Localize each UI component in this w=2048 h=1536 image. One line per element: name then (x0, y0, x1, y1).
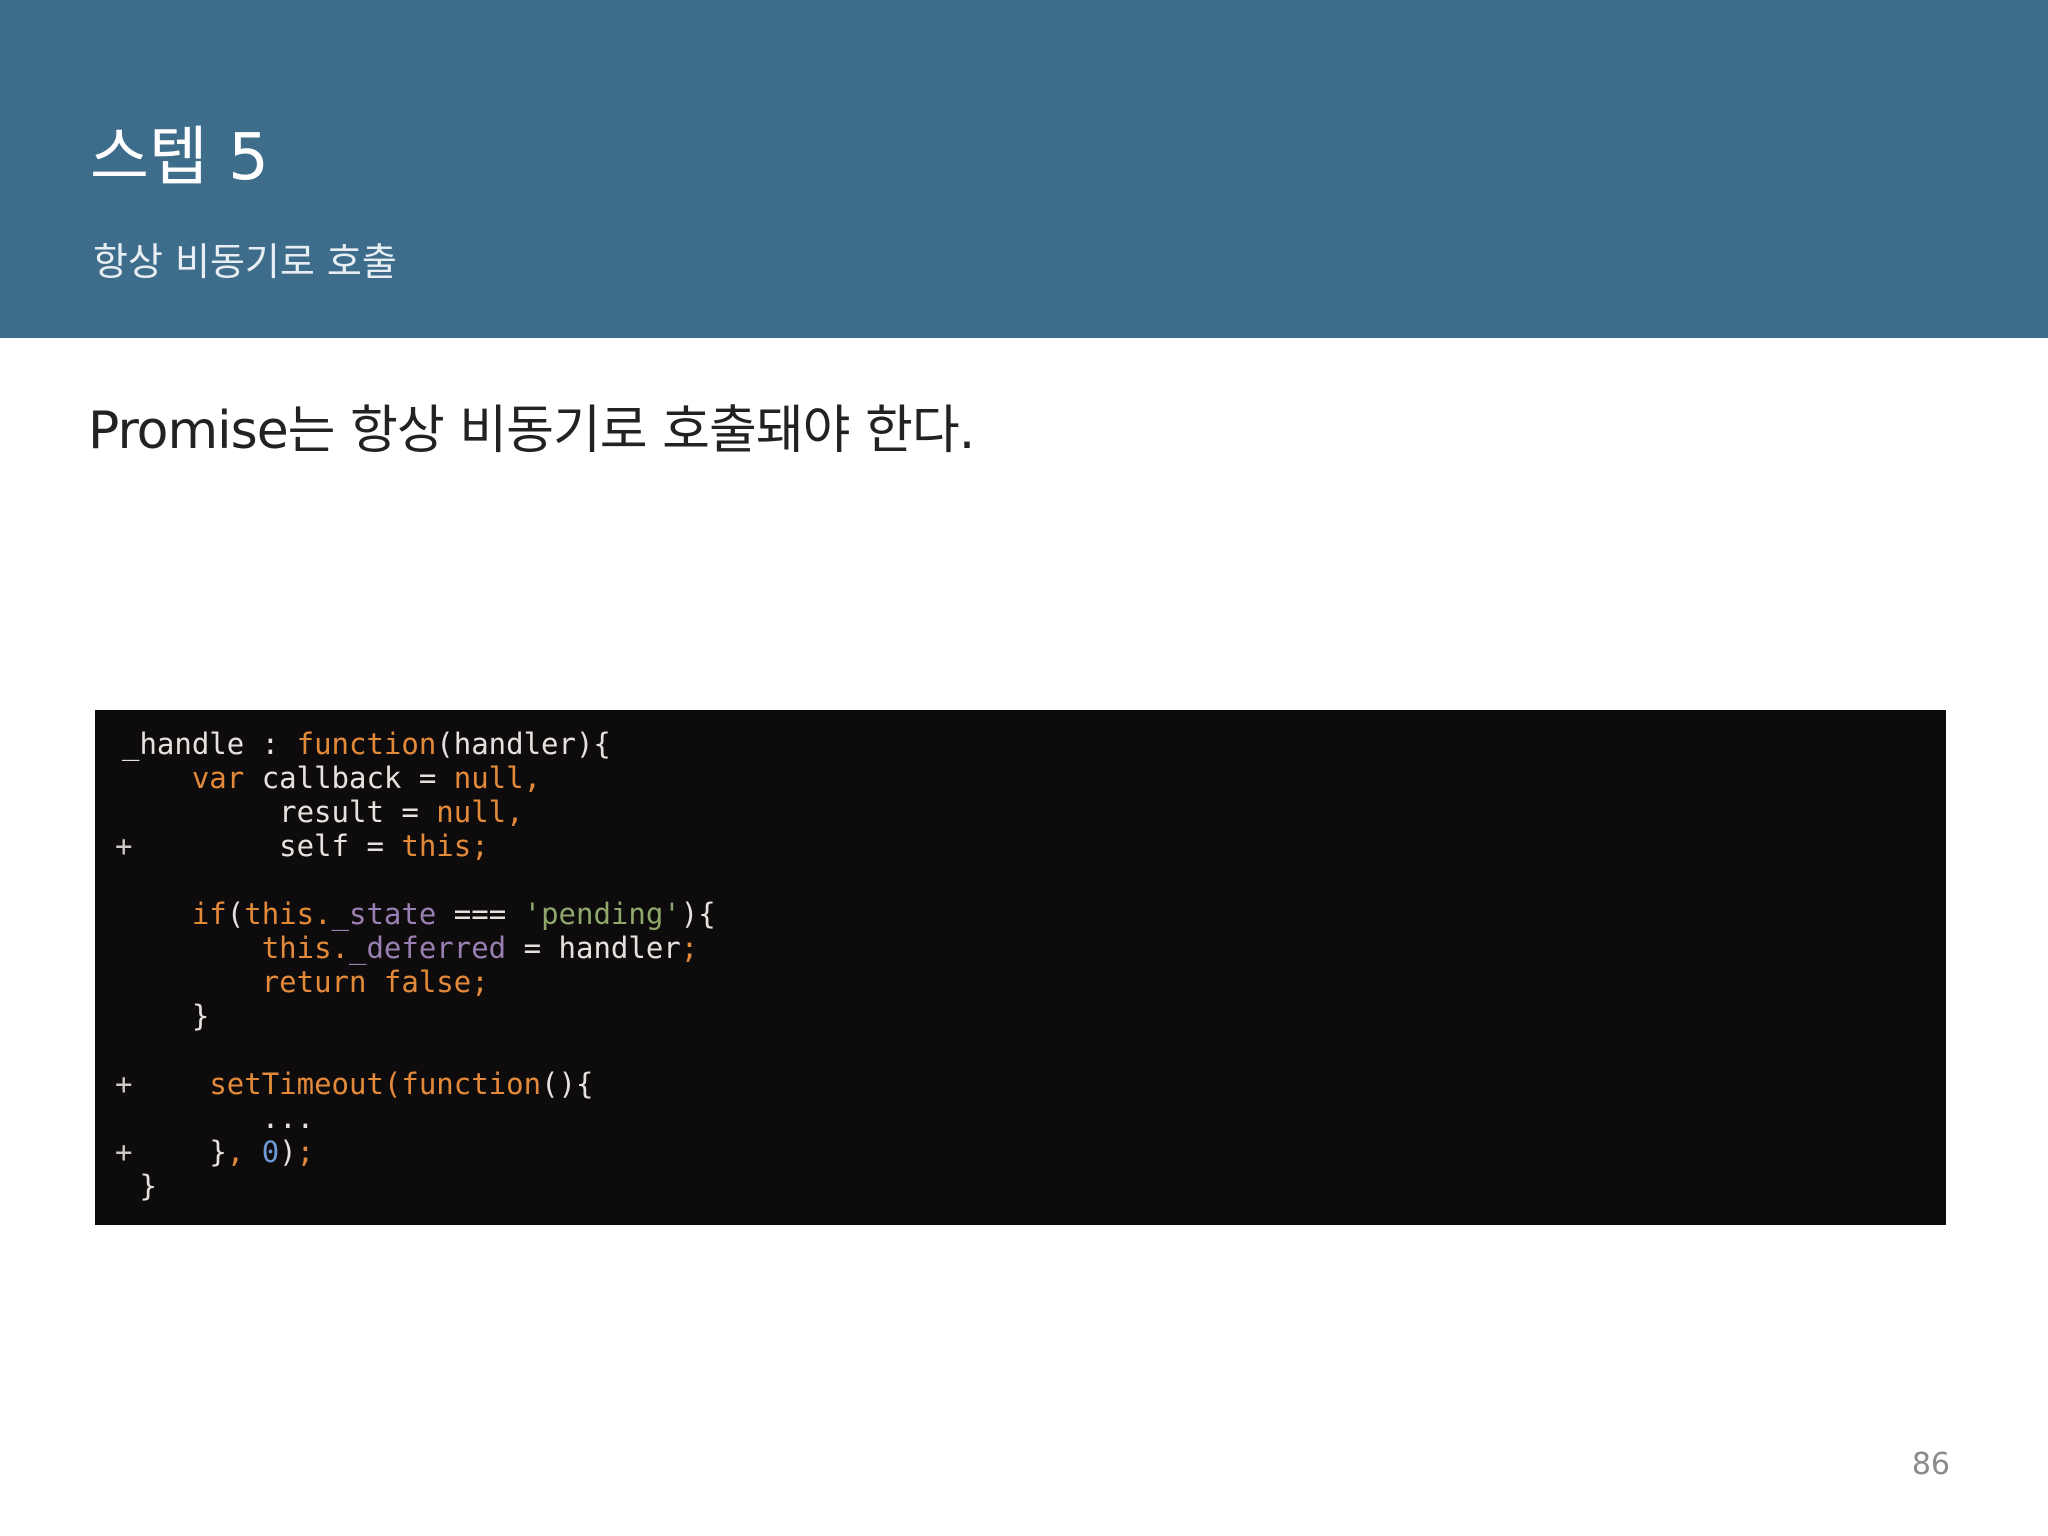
code-token: , (226, 1135, 262, 1169)
code-text: this._deferred = handler; (122, 931, 699, 965)
code-line: ... (95, 1101, 1946, 1135)
code-line: result = null, (95, 795, 1946, 829)
code-line: + setTimeout(function(){ (95, 1067, 1946, 1101)
code-token: null, (436, 795, 524, 829)
code-line: + }, 0); (95, 1135, 1946, 1169)
slide: 스텝 5 항상 비동기로 호출 Promise는 항상 비동기로 호출돼야 한다… (0, 0, 2048, 1536)
code-token: 'pending' (523, 897, 681, 931)
code-token: var (191, 761, 245, 795)
code-line: _handle : function(handler){ (95, 727, 1946, 761)
code-token: ) (279, 1135, 297, 1169)
slide-title: 스텝 5 (90, 121, 269, 195)
code-text: self = this; (122, 829, 489, 863)
code-token: (){ (541, 1067, 594, 1101)
code-text: if(this._state === 'pending'){ (122, 897, 716, 931)
code-block: _handle : function(handler){ var callbac… (95, 710, 1946, 1225)
code-token: _deferred (349, 931, 507, 965)
code-text: } (122, 1169, 157, 1203)
code-token: null, (453, 761, 542, 795)
code-token: ; (680, 931, 699, 965)
code-line: + self = this; (95, 829, 1946, 863)
code-token: function (401, 1067, 542, 1101)
code-text: } (122, 999, 209, 1033)
code-text: return false; (122, 965, 489, 999)
code-token: _state (331, 897, 437, 931)
code-token: (handler){ (436, 727, 611, 761)
code-text: ... (122, 1101, 314, 1135)
code-token: ; (296, 1135, 315, 1169)
code-token: 0 (261, 1135, 280, 1169)
code-token: ){ (680, 897, 716, 931)
code-token: if (191, 897, 227, 931)
code-token: return false; (261, 965, 489, 999)
code-token: self = (279, 829, 402, 863)
code-token: ... (261, 1101, 315, 1135)
code-text: }, 0); (122, 1135, 314, 1169)
code-token: this; (401, 829, 489, 863)
code-text: var callback = null, (122, 761, 541, 795)
code-token: this. (261, 931, 349, 965)
code-text: result = null, (122, 795, 524, 829)
code-token: result = (279, 795, 437, 829)
code-token: setTimeout( (209, 1067, 402, 1101)
code-token: ( (226, 897, 245, 931)
code-token: function (296, 727, 437, 761)
code-token: _handle : (122, 727, 297, 761)
code-line: var callback = null, (95, 761, 1946, 795)
page-number: 86 (1911, 1447, 1950, 1482)
code-token: } (209, 1135, 227, 1169)
slide-subtitle: 항상 비동기로 호출 (93, 240, 397, 284)
code-token: } (139, 1169, 157, 1203)
code-token: this. (244, 897, 332, 931)
code-line: if(this._state === 'pending'){ (95, 897, 1946, 931)
code-text: _handle : function(handler){ (122, 727, 611, 761)
code-token: = handler (506, 931, 681, 965)
slide-header: 스텝 5 항상 비동기로 호출 (0, 0, 2048, 338)
code-line: } (95, 1169, 1946, 1203)
code-line: return false; (95, 965, 1946, 999)
code-token: } (191, 999, 210, 1033)
code-line: } (95, 999, 1946, 1033)
code-token: === (436, 897, 524, 931)
code-token: callback = (244, 761, 454, 795)
code-text: setTimeout(function(){ (122, 1067, 593, 1101)
lead-sentence: Promise는 항상 비동기로 호출돼야 한다. (88, 401, 975, 461)
code-line: this._deferred = handler; (95, 931, 1946, 965)
